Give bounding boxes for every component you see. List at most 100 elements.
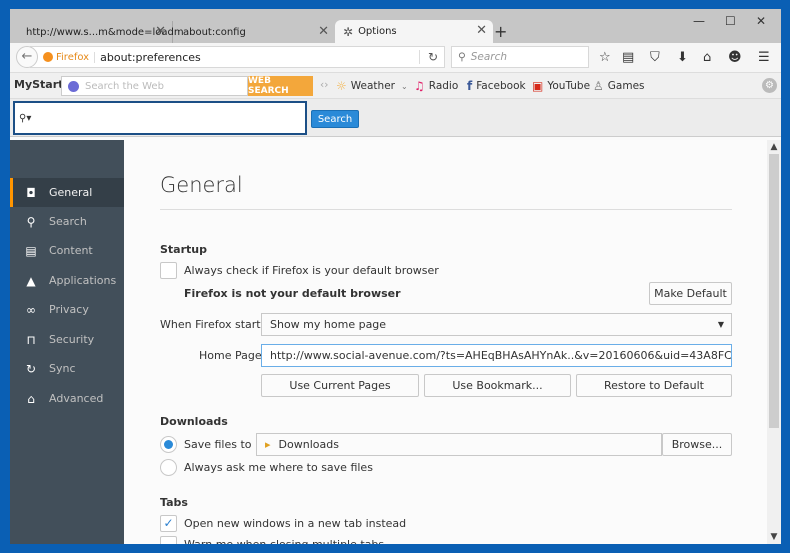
save-files-label: Save files to: [184, 438, 252, 451]
menu-icon[interactable]: ☰: [758, 50, 770, 65]
warn-closing-label: Warn me when closing multiple tabs: [184, 538, 384, 544]
sidebar-item-general[interactable]: ◘ General: [10, 178, 124, 207]
preferences-main: General Startup Always check if Firefox …: [124, 140, 767, 544]
sync-icon: ↻: [25, 361, 37, 376]
sidebar-item-advanced[interactable]: ⌂ Advanced: [10, 384, 124, 413]
download-folder-field[interactable]: ▸ Downloads: [256, 433, 662, 456]
maximize-button[interactable]: ☐: [725, 14, 736, 28]
home-icon[interactable]: ⌂: [703, 50, 711, 65]
make-default-button[interactable]: Make Default: [649, 282, 732, 305]
back-button[interactable]: ←: [16, 46, 38, 68]
bookmark-star-icon[interactable]: ☆: [599, 50, 611, 65]
tab-label: about:config: [183, 26, 246, 38]
privacy-mask-icon: ∞: [26, 302, 36, 317]
when-starts-select[interactable]: Show my home page ▼: [261, 313, 732, 336]
mystart-search-input[interactable]: Search the Web: [61, 76, 248, 96]
sidebar-item-applications[interactable]: ▲ Applications: [10, 266, 124, 295]
facebook-link[interactable]: f Facebook: [467, 79, 526, 93]
restore-default-button[interactable]: Restore to Default: [576, 374, 732, 397]
url-bar[interactable]: Firefox about:preferences ↻: [30, 46, 445, 68]
close-icon[interactable]: ✕: [318, 24, 329, 39]
sidebar-item-search[interactable]: ⚲ Search: [10, 207, 124, 236]
warn-closing-checkbox[interactable]: [160, 536, 177, 544]
smiley-icon[interactable]: ☻: [728, 50, 742, 65]
browse-button[interactable]: Browse...: [662, 433, 732, 456]
tv-icon: ▣: [532, 79, 544, 93]
scrollbar-thumb[interactable]: [769, 154, 779, 428]
open-new-windows-checkbox[interactable]: ✓: [160, 515, 177, 532]
home-page-label: Home Page:: [199, 349, 266, 362]
scroll-down-icon[interactable]: ▼: [767, 532, 781, 542]
use-current-pages-button[interactable]: Use Current Pages: [261, 374, 419, 397]
joystick-icon: ♙: [593, 79, 604, 93]
save-files-radio[interactable]: [160, 436, 177, 453]
sidebar-item-security[interactable]: ⊓ Security: [10, 325, 124, 354]
always-ask-label: Always ask me where to save files: [184, 461, 373, 474]
sun-icon: ☼: [336, 79, 347, 93]
web-search-button[interactable]: WEB SEARCH: [248, 76, 313, 96]
search-icon: [68, 80, 79, 92]
navigation-bar: Firefox about:preferences ↻ ← ⚲ Search ☆…: [10, 43, 781, 73]
home-page-input[interactable]: http://www.social-avenue.com/?ts=AHEqBHA…: [261, 344, 732, 367]
weather-link[interactable]: ☼ Weather ⌄: [336, 79, 408, 93]
close-icon[interactable]: ✕: [155, 24, 166, 39]
tabs-heading: Tabs: [160, 496, 188, 509]
open-new-windows-label: Open new windows in a new tab instead: [184, 517, 407, 530]
search-icon: ⚲: [458, 51, 466, 63]
wizard-hat-icon: ⌂: [27, 391, 35, 406]
tab-label: Options: [358, 26, 397, 37]
not-default-notice: Firefox is not your default browser: [184, 287, 401, 300]
search-placeholder: Search: [470, 51, 508, 63]
tab-social-avenue[interactable]: http://www.s...m&mode=loadm ✕: [18, 21, 184, 43]
clipboard-icon[interactable]: ▤: [622, 50, 634, 65]
firefox-icon: [43, 52, 53, 62]
toolbar-search-button[interactable]: Search: [311, 110, 359, 128]
facebook-icon: f: [467, 79, 473, 93]
tab-bar: http://www.s...m&mode=loadm ✕ about:conf…: [10, 9, 781, 43]
startup-heading: Startup: [160, 243, 207, 256]
search-engine-icon[interactable]: ⚲▾: [19, 113, 31, 124]
games-link[interactable]: ♙ Games: [593, 79, 645, 93]
settings-gear-icon[interactable]: ⚙: [762, 78, 777, 93]
radio-link[interactable]: ♫ Radio: [414, 79, 458, 93]
mystart-toolbar: MyStart Search the Web WEB SEARCH ‹› ☼ W…: [10, 73, 781, 99]
general-icon: ◘: [26, 185, 36, 200]
tab-options[interactable]: ✲ Options ✕: [335, 20, 493, 43]
always-check-default-label: Always check if Firefox is your default …: [184, 264, 439, 277]
toolbar-search-input[interactable]: ⚲▾: [13, 101, 307, 135]
content-icon: ▤: [25, 243, 37, 258]
close-window-button[interactable]: ✕: [756, 14, 766, 28]
sidebar-item-content[interactable]: ▤ Content: [10, 236, 124, 265]
mystart-logo[interactable]: MyStart: [14, 78, 63, 91]
download-icon[interactable]: ⬇: [677, 50, 688, 65]
folder-icon: ▸: [265, 438, 271, 451]
minimize-button[interactable]: —: [693, 14, 705, 28]
headphones-icon: ♫: [414, 79, 425, 93]
search-input[interactable]: ⚲ Search: [451, 46, 589, 68]
vertical-scrollbar[interactable]: ▲ ▼: [767, 140, 781, 544]
always-ask-radio[interactable]: [160, 459, 177, 476]
title-divider: [160, 209, 732, 210]
when-starts-label: When Firefox starts:: [160, 318, 271, 331]
divider-arrows-icon: ‹›: [320, 79, 329, 91]
sidebar-item-privacy[interactable]: ∞ Privacy: [10, 295, 124, 324]
youtube-link[interactable]: ▣ YouTube: [532, 79, 590, 93]
always-check-default-checkbox[interactable]: [160, 262, 177, 279]
pocket-icon[interactable]: ⛉: [650, 50, 660, 65]
search-icon: ⚲: [26, 214, 36, 229]
reload-icon[interactable]: ↻: [418, 50, 438, 64]
sidebar-item-sync[interactable]: ↻ Sync: [10, 354, 124, 383]
search-toolbar: ⚲▾ Search: [10, 99, 781, 137]
downloads-heading: Downloads: [160, 415, 228, 428]
use-bookmark-button[interactable]: Use Bookmark...: [424, 374, 571, 397]
identity-label: Firefox: [56, 51, 96, 63]
new-tab-button[interactable]: +: [494, 22, 507, 41]
browser-window: http://www.s...m&mode=loadm ✕ about:conf…: [10, 9, 781, 544]
chevron-down-icon: ⌄: [400, 81, 408, 91]
scroll-up-icon[interactable]: ▲: [767, 142, 781, 152]
dropdown-arrow-icon: ▼: [717, 320, 724, 329]
applications-icon: ▲: [26, 273, 36, 288]
tab-about-config[interactable]: about:config ✕: [175, 21, 335, 43]
close-icon[interactable]: ✕: [476, 23, 487, 38]
gear-icon: ✲: [343, 24, 354, 39]
